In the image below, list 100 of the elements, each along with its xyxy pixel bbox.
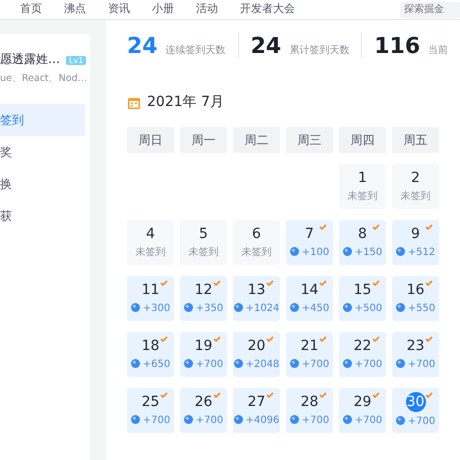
day-status: +700 [290, 357, 330, 372]
coin-icon [290, 303, 299, 312]
day-number: 8 [357, 225, 368, 243]
coin-icon [234, 359, 243, 368]
coin-icon [342, 359, 352, 368]
day-status: +700 [184, 357, 224, 372]
day-status: 未签到 [242, 246, 272, 260]
check-icon [425, 336, 433, 342]
sidebar-menu-item[interactable]: 奖 [0, 136, 85, 168]
coin-icon [342, 415, 352, 424]
day-status: +150 [342, 245, 382, 260]
check-icon [372, 280, 380, 286]
day-status: +700 [184, 413, 224, 428]
day-number: 18 [140, 337, 160, 355]
day-number: 22 [352, 337, 372, 355]
stat-label: 连续签到天数 [166, 44, 226, 58]
coin-icon [342, 303, 352, 312]
coin-icon [130, 415, 140, 424]
day-number: 13 [246, 281, 266, 299]
day-number: 30 [406, 392, 426, 412]
check-icon [425, 280, 433, 286]
check-icon [319, 336, 327, 342]
coin-icon [184, 303, 193, 312]
user-tags: ue、React、Nod… [0, 72, 86, 86]
calendar-title: 2021年 7月 [147, 93, 224, 112]
day-number: 26 [194, 393, 214, 411]
day-number: 20 [246, 337, 266, 355]
coin-icon [342, 247, 352, 256]
coin-icon [234, 303, 243, 312]
check-icon [213, 280, 221, 286]
stat-value: 24 [250, 36, 282, 58]
day-number: 7 [304, 225, 315, 243]
check-icon [266, 336, 274, 342]
nav-link[interactable]: 小册 [152, 1, 174, 18]
coin-icon [396, 359, 405, 368]
coin-icon [130, 303, 140, 312]
day-status: +500 [342, 301, 382, 316]
day-number: 11 [140, 281, 160, 299]
check-icon [372, 392, 380, 398]
day-status: 未签到 [188, 246, 218, 260]
day-number: 12 [194, 281, 214, 299]
check-icon [425, 392, 433, 398]
day-status: +4096 [234, 413, 280, 428]
day-number: 28 [300, 393, 320, 411]
day-number: 6 [251, 225, 262, 243]
day-status: +100 [290, 245, 330, 260]
day-number: 4 [145, 225, 156, 243]
coin-icon [290, 359, 299, 368]
check-icon [319, 224, 327, 230]
nav-link[interactable]: 资讯 [108, 1, 130, 18]
check-icon [213, 336, 221, 342]
user-name: 愿透露姓… [0, 52, 60, 66]
check-icon [319, 392, 327, 398]
weekday-header: 周日 [127, 127, 174, 153]
check-icon [372, 336, 380, 342]
check-icon [160, 280, 168, 286]
check-icon [160, 392, 168, 398]
day-status: +300 [130, 301, 170, 316]
check-icon [319, 280, 327, 286]
day-number: 5 [198, 225, 209, 243]
day-number: 1 [357, 169, 368, 187]
day-status: +650 [130, 357, 170, 372]
coin-icon [290, 247, 299, 256]
day-number: 16 [406, 281, 426, 299]
day-number: 15 [352, 281, 372, 299]
nav-link[interactable]: 首页 [20, 1, 42, 18]
nav-link[interactable]: 沸点 [64, 1, 86, 18]
day-number: 23 [406, 337, 426, 355]
coin-icon [290, 415, 299, 424]
day-number: 29 [352, 393, 372, 411]
weekday-header: 周一 [180, 127, 227, 153]
stat-value: 116 [374, 36, 420, 58]
weekday-header: 周四 [339, 127, 386, 153]
day-status: +700 [290, 413, 330, 428]
stat-value: 24 [127, 36, 158, 58]
check-icon [213, 392, 221, 398]
nav-link[interactable]: 开发者大会 [240, 1, 295, 18]
stat-label: 累计签到天数 [289, 44, 350, 58]
sidebar-menu-item[interactable]: 获 [0, 200, 85, 232]
check-icon [425, 224, 433, 230]
coin-icon [396, 416, 405, 425]
day-status: +512 [396, 245, 436, 260]
day-status: +1024 [234, 301, 280, 316]
day-number: 25 [140, 393, 160, 411]
weekday-header: 周三 [286, 127, 333, 153]
day-number: 14 [300, 281, 320, 299]
day-status: 未签到 [400, 190, 430, 204]
day-status: +700 [130, 413, 170, 428]
check-icon [266, 280, 274, 286]
day-status: +350 [184, 301, 224, 316]
coin-icon [396, 303, 405, 312]
day-status: 未签到 [136, 246, 166, 260]
day-status: +2048 [234, 357, 280, 372]
day-number: 2 [410, 169, 421, 187]
nav-link[interactable]: 活动 [196, 1, 218, 18]
coin-icon [396, 247, 405, 256]
sidebar-menu-item[interactable]: 换 [0, 168, 85, 200]
day-number: 9 [410, 225, 421, 243]
day-number: 27 [246, 393, 266, 411]
search-field[interactable]: 探索掘金 [400, 2, 460, 18]
